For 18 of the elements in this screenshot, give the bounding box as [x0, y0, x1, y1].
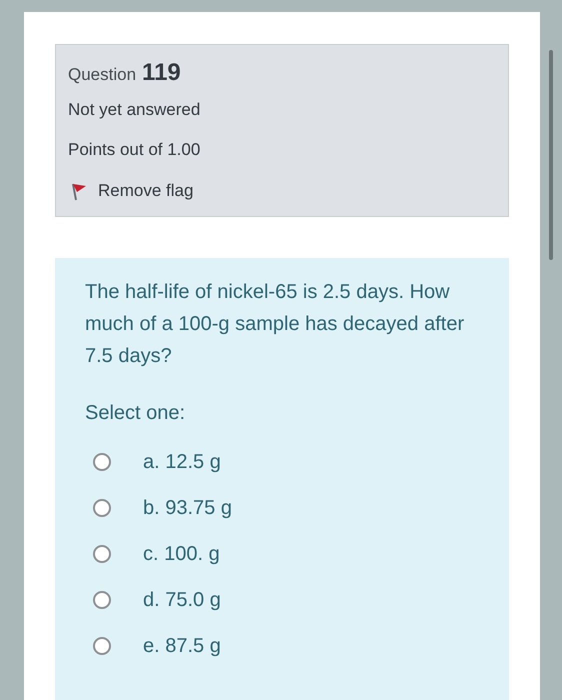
- option-label[interactable]: c. 100. g: [143, 542, 220, 566]
- flag-button[interactable]: Remove flag: [68, 180, 194, 202]
- radio-button[interactable]: [93, 637, 111, 655]
- question-label: Question: [68, 65, 136, 85]
- radio-button[interactable]: [93, 591, 111, 609]
- status-text: Not yet answered: [68, 100, 202, 120]
- option-label[interactable]: d. 75.0 g: [143, 588, 221, 612]
- points-text: Points out of 1.00: [68, 140, 202, 160]
- scrollbar[interactable]: [549, 50, 553, 260]
- radio-button[interactable]: [93, 499, 111, 517]
- option-label[interactable]: e. 87.5 g: [143, 634, 221, 658]
- radio-button[interactable]: [93, 545, 111, 563]
- question-text: The half-life of nickel-65 is 2.5 days. How much of a 100-g sample has decayed after 7.5 days?: [85, 280, 466, 369]
- option-label[interactable]: b. 93.75 g: [143, 496, 232, 520]
- option-label[interactable]: a. 12.5 g: [143, 450, 221, 474]
- radio-button[interactable]: [93, 453, 111, 471]
- question-number: 119: [142, 59, 181, 87]
- select-prompt: Select one:: [85, 402, 186, 425]
